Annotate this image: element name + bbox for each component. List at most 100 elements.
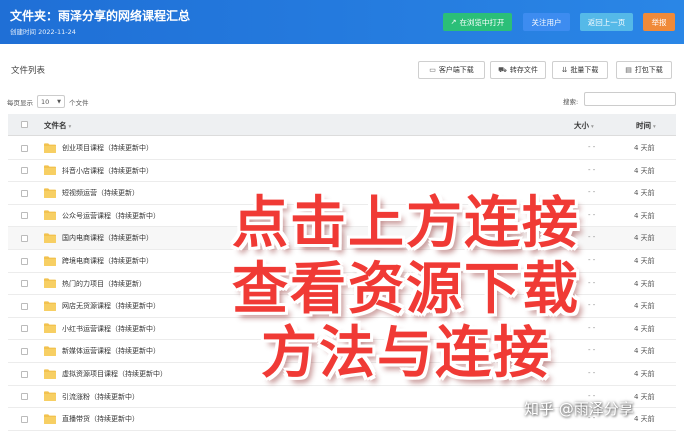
archive-icon: ▤: [625, 67, 632, 74]
file-size: - -: [588, 165, 596, 174]
file-name-link[interactable]: 小红书运营课程（持续更新中）: [62, 324, 160, 334]
table-row[interactable]: 创业项目课程（持续更新中） - - 4 天前: [8, 137, 676, 160]
file-name-link[interactable]: 网店无货源课程（持续更新中）: [62, 301, 160, 311]
file-time: 4 天前: [634, 279, 655, 288]
file-name-link[interactable]: 直播带货（持续更新中）: [62, 414, 139, 424]
chevron-down-icon: ▼: [57, 98, 61, 105]
folder-icon: [44, 414, 56, 424]
row-checkbox[interactable]: [21, 302, 28, 310]
row-checkbox[interactable]: [21, 325, 28, 333]
column-size-label: 大小: [574, 121, 589, 130]
follow-user-button[interactable]: 关注用户: [523, 13, 570, 31]
file-size: - -: [588, 346, 596, 355]
file-name-link[interactable]: 短视频运营（持续更新）: [62, 188, 139, 198]
file-time: 4 天前: [634, 234, 655, 243]
file-time: 4 天前: [634, 302, 655, 311]
column-header-time[interactable]: 时间 ▾: [636, 120, 656, 131]
sort-icon: ▾: [591, 124, 594, 130]
sort-icon: ▾: [653, 124, 656, 130]
folder-icon: [44, 391, 56, 402]
file-name-link[interactable]: 热门的力项目（持续更新）: [62, 279, 146, 289]
file-time: 4 天前: [634, 257, 655, 265]
file-time: 4 天前: [634, 370, 655, 378]
per-page-value: 10: [41, 97, 50, 106]
folder-icon: [44, 142, 56, 153]
row-checkbox[interactable]: [21, 370, 28, 378]
file-size: - -: [588, 143, 596, 151]
save-file-button[interactable]: ⛟ 转存文件: [490, 61, 546, 79]
file-time: 4 天前: [634, 144, 655, 152]
file-name-link[interactable]: 引流涨粉（持续更新中）: [62, 392, 139, 402]
folder-icon: [44, 301, 56, 311]
monitor-icon: ▭: [429, 67, 436, 74]
row-checkbox[interactable]: [21, 257, 28, 265]
search-input[interactable]: [584, 92, 676, 106]
file-time: 4 天前: [634, 347, 655, 356]
file-time: 4 天前: [634, 415, 655, 424]
file-time: 4 天前: [634, 166, 655, 175]
file-name-link[interactable]: 国内电商课程（持续更新中）: [62, 233, 153, 243]
row-checkbox[interactable]: [21, 234, 28, 242]
row-checkbox[interactable]: [21, 189, 28, 197]
folder-icon: [44, 165, 56, 176]
folder-icon: [44, 233, 56, 243]
row-checkbox[interactable]: [21, 144, 28, 152]
search-label: 搜索:: [563, 98, 579, 106]
car-transfer-icon: ⛟: [498, 66, 507, 74]
table-header: 文件名 ▾ 大小 ▾ 时间 ▾: [8, 114, 676, 136]
client-download-label: 客户端下载: [438, 67, 474, 74]
folder-icon: [44, 210, 56, 221]
file-name-link[interactable]: 抖音小店课程（持续更新中）: [62, 166, 153, 176]
external-link-icon: ↗: [450, 19, 457, 26]
column-header-size[interactable]: 大小 ▾: [574, 120, 594, 131]
per-page-label: 每页显示: [7, 98, 33, 107]
file-name-link[interactable]: 创业项目课程（持续更新中）: [62, 143, 153, 153]
file-name-link[interactable]: 新媒体运营课程（持续更新中）: [62, 346, 160, 356]
file-name-link[interactable]: 跨境电商课程（持续更新中）: [62, 256, 153, 266]
row-checkbox[interactable]: [21, 415, 28, 423]
open-in-browser-button[interactable]: ↗ 在浏览中打开: [443, 13, 512, 31]
back-button[interactable]: 返回上一页: [580, 13, 633, 31]
column-header-name[interactable]: 文件名 ▾: [44, 120, 71, 131]
row-checkbox[interactable]: [21, 212, 28, 220]
row-checkbox[interactable]: [21, 280, 28, 288]
client-download-button[interactable]: ▭ 客户端下载: [418, 61, 485, 79]
file-time: 4 天前: [634, 324, 655, 333]
zhihu-watermark: 知乎 @雨泽分享: [524, 400, 634, 418]
column-name-label: 文件名: [44, 121, 67, 130]
folder-icon: [44, 188, 56, 198]
row-checkbox[interactable]: [21, 393, 28, 401]
created-date: 创建时间 2022-11-24: [10, 28, 76, 36]
open-in-browser-label: 在浏览中打开: [459, 17, 505, 27]
report-button[interactable]: 举报: [643, 13, 675, 31]
folder-icon: [44, 368, 56, 379]
file-name-link[interactable]: 虚拟资源项目课程（持续更新中）: [62, 369, 167, 379]
sort-icon: ▾: [68, 124, 72, 130]
save-file-label: 转存文件: [509, 67, 538, 74]
row-checkbox[interactable]: [21, 347, 28, 355]
file-name-link[interactable]: 公众号运营课程（持续更新中）: [62, 211, 160, 221]
per-page-unit: 个文件: [69, 98, 89, 107]
batch-download-button[interactable]: ⇊ 批量下载: [552, 61, 608, 79]
batch-download-label: 批量下载: [570, 67, 599, 74]
select-all-checkbox[interactable]: [21, 121, 28, 128]
folder-icon: [44, 323, 56, 334]
file-time: 4 天前: [634, 189, 655, 198]
folder-icon: [44, 278, 56, 289]
overlay-text-line-3: 方法与连接: [261, 321, 551, 386]
page-title: 文件夹：雨泽分享的网络课程汇总: [10, 9, 191, 23]
file-time: 4 天前: [634, 211, 655, 220]
page-header: 文件夹：雨泽分享的网络课程汇总 创建时间 2022-11-24 ↗ 在浏览中打开…: [0, 0, 684, 44]
per-page-control: 每页显示 10 ▼ 个文件: [7, 95, 89, 108]
per-page-select[interactable]: 10 ▼: [37, 95, 65, 108]
file-list-title: 文件列表: [11, 66, 46, 76]
batch-download-icon: ⇊: [561, 67, 568, 74]
pack-download-label: 打包下载: [634, 67, 663, 74]
row-checkbox[interactable]: [21, 167, 28, 175]
folder-icon: [44, 346, 56, 356]
pack-download-button[interactable]: ▤ 打包下载: [616, 61, 672, 79]
file-time: 4 天前: [634, 392, 655, 401]
column-time-label: 时间: [636, 121, 651, 130]
file-size: - -: [588, 369, 596, 377]
folder-icon: [44, 255, 56, 266]
